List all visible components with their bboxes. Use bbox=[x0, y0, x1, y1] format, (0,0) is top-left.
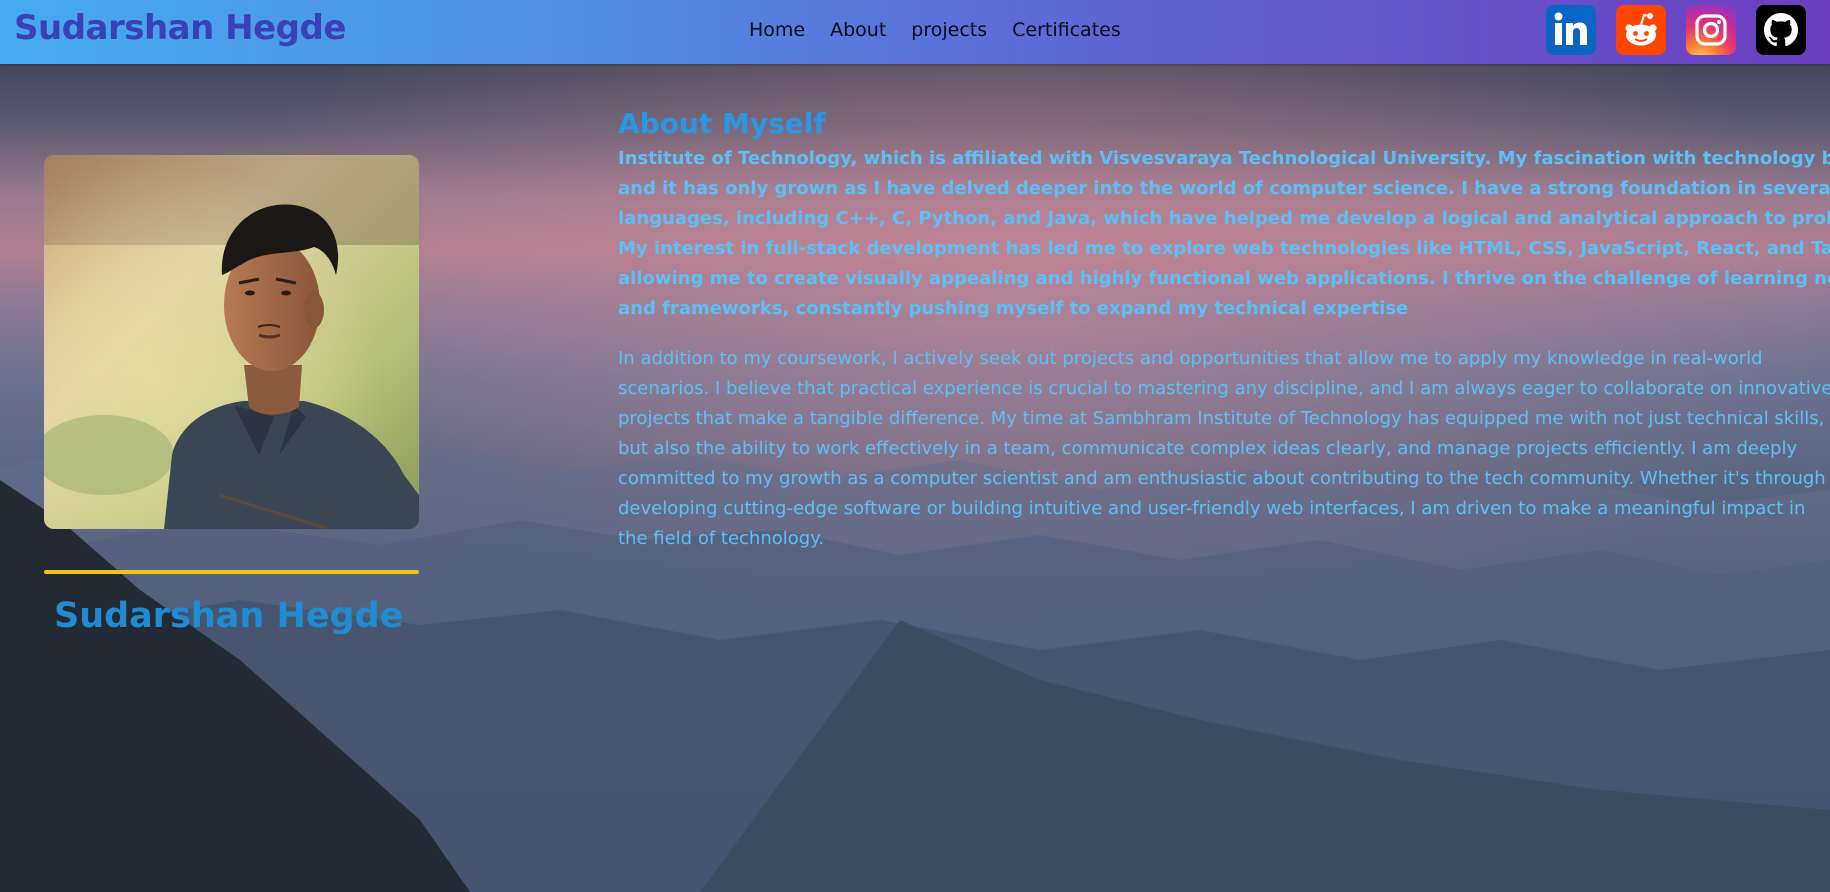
about-p2-line: projects that make a tangible difference… bbox=[618, 408, 1825, 429]
instagram-link[interactable] bbox=[1686, 5, 1736, 55]
about-p2-line: committed to my growth as a computer sci… bbox=[618, 468, 1826, 489]
reddit-icon bbox=[1625, 13, 1657, 46]
reddit-link[interactable] bbox=[1616, 5, 1666, 55]
profile-portrait-image bbox=[44, 155, 419, 529]
nav-certificates[interactable]: Certificates bbox=[1012, 19, 1121, 41]
profile-photo bbox=[44, 155, 419, 529]
about-section: About Myself Institute of Technology, wh… bbox=[618, 107, 1830, 554]
about-p1-line: My interest in full-stack development ha… bbox=[618, 238, 1830, 259]
about-p1-line: and frameworks, constantly pushing mysel… bbox=[618, 298, 1409, 319]
about-p2-line: but also the ability to work effectively… bbox=[618, 438, 1798, 459]
nav-home[interactable]: Home bbox=[749, 19, 805, 41]
about-paragraph-2: In addition to my coursework, I actively… bbox=[618, 344, 1830, 554]
about-paragraph-1: Institute of Technology, which is affili… bbox=[618, 144, 1830, 324]
about-p1-line: Institute of Technology, which is affili… bbox=[618, 148, 1830, 169]
about-p1-line: languages, including C++, C, Python, and… bbox=[618, 208, 1830, 229]
github-icon bbox=[1764, 13, 1798, 47]
nav-projects[interactable]: projects bbox=[911, 19, 987, 41]
top-navbar: Sudarshan Hegde Home About projects Cert… bbox=[0, 0, 1830, 64]
main-nav: Home About projects Certificates bbox=[749, 19, 1121, 41]
social-links bbox=[1546, 5, 1806, 55]
brand-name[interactable]: Sudarshan Hegde bbox=[14, 8, 346, 48]
profile-divider bbox=[44, 570, 419, 574]
about-p2-line: scenarios. I believe that practical expe… bbox=[618, 378, 1830, 399]
instagram-icon bbox=[1695, 14, 1727, 46]
github-link[interactable] bbox=[1756, 5, 1806, 55]
about-p2-line: the field of technology. bbox=[618, 528, 824, 549]
about-p2-line: In addition to my coursework, I actively… bbox=[618, 348, 1763, 369]
about-p2-line: developing cutting-edge software or buil… bbox=[618, 498, 1806, 519]
about-p1-line: allowing me to create visually appealing… bbox=[618, 268, 1830, 289]
profile-name: Sudarshan Hegde bbox=[54, 596, 404, 636]
nav-about[interactable]: About bbox=[830, 19, 886, 41]
about-p1-line: and it has only grown as I have delved d… bbox=[618, 178, 1830, 199]
about-title: About Myself bbox=[618, 107, 826, 140]
linkedin-link[interactable] bbox=[1546, 5, 1596, 55]
linkedin-icon bbox=[1554, 12, 1587, 45]
